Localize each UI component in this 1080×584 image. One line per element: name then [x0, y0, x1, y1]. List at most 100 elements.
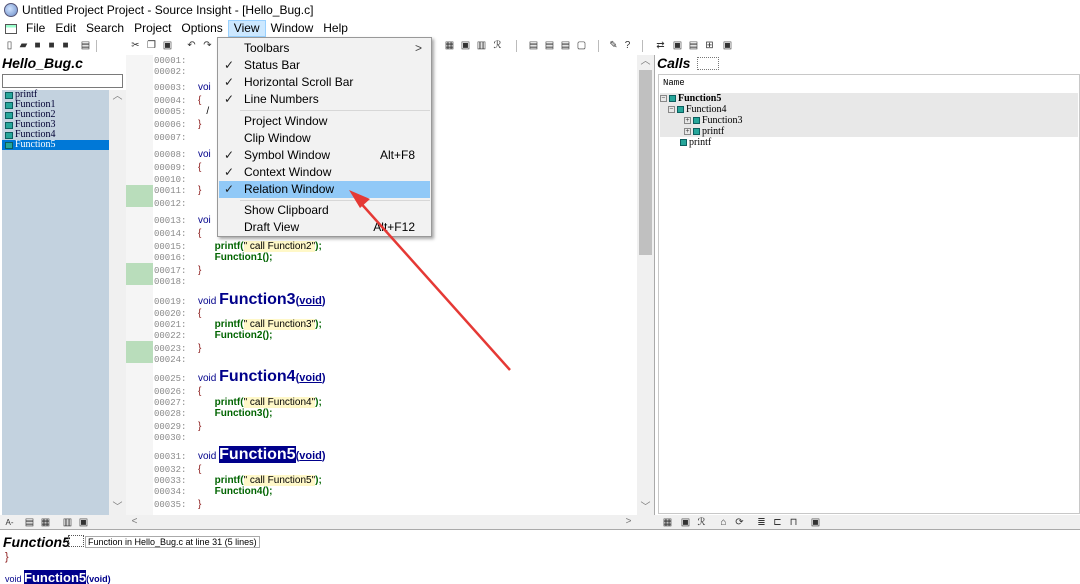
- scroll-up-icon[interactable]: ︿: [109, 90, 126, 104]
- scroll-right-icon[interactable]: >: [620, 515, 637, 529]
- context-window-icon: [68, 535, 84, 547]
- sync-icon[interactable]: ⇄: [655, 40, 666, 51]
- menu-help[interactable]: Help: [318, 20, 353, 37]
- copy-icon[interactable]: ❐: [146, 40, 157, 51]
- menu-search[interactable]: Search: [81, 20, 129, 37]
- menu-item-relation-window[interactable]: ✓ Relation Window: [219, 181, 430, 198]
- menu-item-draft-view[interactable]: Draft View Alt+F12: [219, 219, 430, 236]
- menu-item-symbol-window[interactable]: ✓ Symbol Window Alt+F8: [219, 147, 430, 164]
- window-cascade-icon[interactable]: ▤: [544, 40, 555, 51]
- vertical-graph-icon[interactable]: ⊓: [788, 517, 799, 528]
- menu-item-line-numbers[interactable]: ✓ Line Numbers: [219, 91, 430, 108]
- relation-window-icon[interactable]: ▣: [672, 40, 683, 51]
- category-icon[interactable]: ▦: [40, 517, 51, 528]
- context-help-icon[interactable]: ?: [622, 40, 633, 51]
- settings-icon[interactable]: ▣: [810, 517, 821, 528]
- print-icon[interactable]: ▤: [80, 40, 91, 51]
- menu-item-context-window[interactable]: ✓ Context Window: [219, 164, 430, 181]
- tree-node[interactable]: printf: [660, 137, 1078, 148]
- symbol-info-icon[interactable]: ▦: [444, 40, 455, 51]
- code-line: 00014:{: [154, 228, 202, 239]
- graph-icon[interactable]: ⊞: [704, 40, 715, 51]
- jump-icon[interactable]: ▣: [460, 40, 471, 51]
- code-line: 00008: voi: [154, 149, 211, 160]
- window-max-icon[interactable]: ▢: [576, 40, 587, 51]
- menu-item-horizontal-scroll-bar[interactable]: ✓ Horizontal Scroll Bar: [219, 74, 430, 91]
- outline-view-icon[interactable]: ≣: [756, 517, 767, 528]
- scroll-down-icon[interactable]: ﹀: [109, 501, 126, 515]
- function-symbol-icon: [5, 132, 13, 139]
- collapse-icon[interactable]: −: [668, 106, 675, 114]
- sort-az-icon[interactable]: A-Z: [4, 517, 15, 538]
- horizontal-graph-icon[interactable]: ⊏: [772, 517, 783, 528]
- code-line: 00030:: [154, 433, 187, 443]
- references-icon[interactable]: ℛ: [696, 517, 707, 528]
- list-item-selected[interactable]: Function5: [2, 140, 109, 150]
- new-file-icon[interactable]: ▯: [4, 40, 15, 51]
- close-file-icon[interactable]: ■: [60, 40, 71, 51]
- shortcut-label: Alt+F12: [373, 220, 415, 234]
- symbol-info-icon[interactable]: ▦: [662, 517, 673, 528]
- symbol-filter-input[interactable]: [2, 74, 123, 88]
- context-code-brace: }: [5, 551, 9, 563]
- window-tile-icon[interactable]: ▤: [528, 40, 539, 51]
- references-icon[interactable]: ℛ: [492, 40, 503, 51]
- system-menu-icon[interactable]: [5, 23, 17, 34]
- code-line: 00033: printf(" call Function5");: [154, 475, 322, 486]
- tree-node[interactable]: + printf: [660, 126, 1078, 137]
- relation-tree[interactable]: Name − Function5 − Function4 + Function3 + p…: [658, 74, 1080, 514]
- save-all-icon[interactable]: ■: [46, 40, 57, 51]
- settings-icon[interactable]: ▣: [78, 517, 89, 528]
- tree-node[interactable]: + Function3: [660, 115, 1078, 126]
- menu-item-clip-window[interactable]: Clip Window: [219, 130, 430, 147]
- symbol-list-scrollbar[interactable]: ︿ ﹀: [109, 90, 126, 515]
- menu-file[interactable]: File: [21, 20, 50, 37]
- paste-icon[interactable]: ▣: [162, 40, 173, 51]
- editor-scroll-thumb[interactable]: [639, 70, 652, 255]
- expand-icon[interactable]: +: [684, 128, 691, 136]
- browse-icon[interactable]: ▥: [62, 517, 73, 528]
- menu-item-status-bar[interactable]: ✓ Status Bar: [219, 57, 430, 74]
- toolbar-separator: [516, 40, 517, 52]
- editor-horizontal-scrollbar[interactable]: < >: [126, 515, 637, 529]
- refresh-icon[interactable]: ⟳: [734, 517, 745, 528]
- lock-icon[interactable]: ⌂: [718, 517, 729, 528]
- tree-node[interactable]: − Function4: [660, 104, 1078, 115]
- jump-icon[interactable]: ▣: [680, 517, 691, 528]
- bookmark-icon[interactable]: ✎: [608, 40, 619, 51]
- browse-icon[interactable]: ▥: [476, 40, 487, 51]
- undo-icon[interactable]: ↶: [186, 40, 197, 51]
- clip-window-icon[interactable]: ▣: [722, 40, 733, 51]
- menu-item-toolbars[interactable]: Toolbars >: [219, 40, 430, 57]
- menu-item-project-window[interactable]: Project Window: [219, 113, 430, 130]
- code-line: 00007:: [154, 133, 187, 143]
- menu-edit[interactable]: Edit: [50, 20, 81, 37]
- function-symbol-icon: [693, 117, 700, 125]
- scrollbar-corner: [637, 515, 654, 529]
- list-view-icon[interactable]: ▤: [24, 517, 35, 528]
- symbol-window-icon[interactable]: ▤: [688, 40, 699, 51]
- check-icon: ✓: [224, 182, 235, 196]
- scroll-down-icon[interactable]: ﹀: [637, 501, 654, 515]
- scroll-left-icon[interactable]: <: [126, 515, 143, 529]
- tree-node[interactable]: − Function5: [660, 93, 1078, 104]
- menu-item-show-clipboard[interactable]: Show Clipboard: [219, 202, 430, 219]
- open-file-icon[interactable]: ▰: [18, 40, 29, 51]
- cut-icon[interactable]: ✂: [130, 40, 141, 51]
- menu-window[interactable]: Window: [266, 20, 319, 37]
- menu-project[interactable]: Project: [129, 20, 176, 37]
- redo-icon[interactable]: ↷: [202, 40, 213, 51]
- collapse-icon[interactable]: −: [660, 95, 667, 103]
- save-icon[interactable]: ■: [32, 40, 43, 51]
- check-icon: ✓: [224, 75, 235, 89]
- context-symbol-info: Function in Hello_Bug.c at line 31 (5 li…: [85, 536, 260, 548]
- menu-view[interactable]: View: [227, 20, 266, 37]
- window-split-icon[interactable]: ▤: [560, 40, 571, 51]
- expand-icon[interactable]: +: [684, 117, 691, 125]
- scroll-up-icon[interactable]: ︿: [637, 55, 654, 69]
- code-line: 00025: void Function4(void): [154, 368, 326, 385]
- change-marker: [126, 185, 153, 207]
- menu-options[interactable]: Options: [176, 20, 227, 37]
- code-line: 00021: printf(" call Function3");: [154, 319, 322, 330]
- code-line: 00028: Function3();: [154, 408, 273, 419]
